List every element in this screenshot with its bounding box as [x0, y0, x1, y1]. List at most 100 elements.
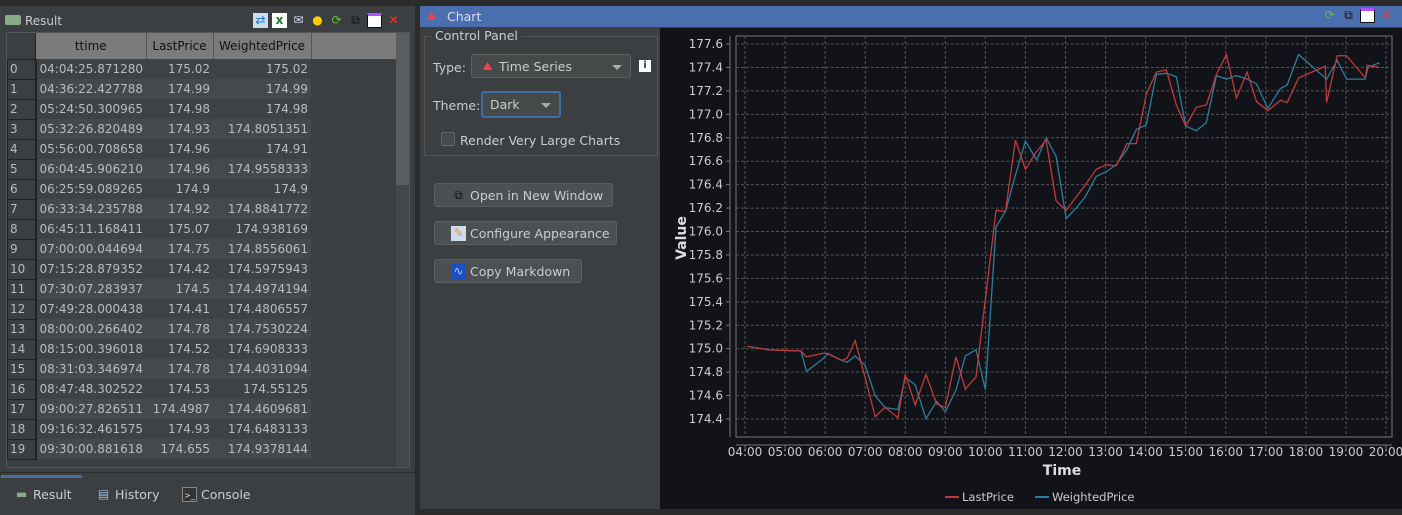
export-icon[interactable]: ⇄ — [253, 13, 268, 28]
row-number[interactable]: 14 — [7, 338, 37, 360]
open-new-window-button[interactable]: ⧉ Open in New Window — [434, 183, 613, 207]
row-number[interactable]: 11 — [7, 278, 37, 300]
theme-value: Dark — [490, 97, 520, 112]
cell-empty — [311, 59, 401, 79]
y-tick-label: 177.0 — [689, 107, 723, 121]
cell-empty — [311, 159, 401, 179]
table-row[interactable]: 17 09:00:27.826511 174.4987 174.4609681 — [7, 398, 402, 420]
row-number[interactable]: 5 — [7, 158, 37, 180]
chevron-down-icon — [612, 65, 622, 70]
column-header-ttime[interactable]: ttime — [35, 33, 147, 59]
table-row[interactable]: 12 07:49:28.000438 174.41 174.4806557 — [7, 298, 402, 320]
y-tick-label: 176.4 — [689, 178, 723, 192]
table-row[interactable]: 10 07:15:28.879352 174.42 174.5975943 — [7, 258, 402, 280]
row-number[interactable]: 8 — [7, 218, 37, 240]
table-row[interactable]: 13 08:00:00.266402 174.78 174.7530224 — [7, 318, 402, 340]
cell-weightedprice: 174.938169 — [213, 219, 312, 239]
vertical-scrollbar[interactable] — [396, 33, 409, 467]
info-icon[interactable]: i — [639, 60, 651, 72]
table-row[interactable]: 19 09:30:00.881618 174.655 174.9378144 — [7, 438, 402, 460]
cell-empty — [311, 179, 401, 199]
table-row[interactable]: 0 04:04:25.871280 175.02 175.02 — [7, 58, 402, 80]
cell-empty — [311, 359, 401, 379]
x-tick-label: 06:00 — [808, 445, 843, 459]
type-select[interactable]: ⛰ Time Series — [471, 54, 631, 78]
copy-markdown-button[interactable]: ∿ Copy Markdown — [434, 259, 582, 283]
table-row[interactable]: 9 07:00:00.044694 174.75 174.8556061 — [7, 238, 402, 260]
close-icon[interactable]: ✕ — [386, 13, 401, 28]
theme-select[interactable]: Dark — [481, 91, 561, 118]
result-title-bar: Result ⇄ x ✉ ● ⟳ ⧉ ✕ — [0, 10, 415, 32]
cell-ttime: 05:32:26.820489 — [35, 119, 147, 139]
row-number[interactable]: 17 — [7, 398, 37, 420]
popout-icon[interactable]: ⧉ — [348, 13, 363, 28]
x-tick-label: 16:00 — [1208, 445, 1243, 459]
result-title: Result — [25, 14, 63, 28]
popout-icon[interactable]: ⧉ — [1341, 8, 1356, 23]
row-number[interactable]: 16 — [7, 378, 37, 400]
row-number[interactable]: 15 — [7, 358, 37, 380]
cell-empty — [311, 239, 401, 259]
configure-appearance-button[interactable]: ✎ Configure Appearance — [434, 221, 617, 245]
x-tick-label: 07:00 — [848, 445, 883, 459]
row-number[interactable]: 2 — [7, 98, 37, 120]
cell-ttime: 06:33:34.235788 — [35, 199, 147, 219]
column-header-weightedprice[interactable]: WeightedPrice — [213, 33, 312, 59]
y-tick-label: 177.2 — [689, 84, 723, 98]
close-icon[interactable]: ✕ — [1379, 8, 1394, 23]
history-icon: ▤ — [97, 487, 110, 501]
email-icon[interactable]: ✉ — [291, 13, 306, 28]
cell-lastprice: 174.75 — [146, 239, 214, 259]
maximize-icon[interactable] — [367, 13, 382, 28]
row-number[interactable]: 19 — [7, 438, 37, 460]
render-large-checkbox[interactable] — [441, 132, 455, 146]
table-row[interactable]: 3 05:32:26.820489 174.93 174.8051351 — [7, 118, 402, 140]
table-row[interactable]: 11 07:30:07.283937 174.5 174.4974194 — [7, 278, 402, 300]
duck-icon[interactable]: ● — [310, 13, 325, 28]
row-number[interactable]: 6 — [7, 178, 37, 200]
cell-ttime: 09:30:00.881618 — [35, 439, 147, 459]
tab-history[interactable]: ▤ History — [96, 487, 160, 502]
tab-result[interactable]: ▬ Result — [14, 487, 72, 502]
scrollbar-thumb[interactable] — [396, 33, 409, 185]
cell-weightedprice: 174.4974194 — [213, 279, 312, 299]
table-row[interactable]: 16 08:47:48.302522 174.53 174.55125 — [7, 378, 402, 400]
result-panel: Result ⇄ x ✉ ● ⟳ ⧉ ✕ ttime LastPrice Wei… — [0, 0, 415, 515]
table-row[interactable]: 4 05:56:00.708658 174.96 174.91 — [7, 138, 402, 160]
row-number[interactable]: 3 — [7, 118, 37, 140]
table-header: ttime LastPrice WeightedPrice — [7, 33, 402, 59]
maximize-icon[interactable] — [1360, 8, 1375, 23]
y-tick-label: 175.2 — [689, 318, 723, 332]
column-header-lastprice[interactable]: LastPrice — [146, 33, 214, 59]
refresh-icon[interactable]: ⟳ — [329, 13, 344, 28]
chart-title-bar: ⛰ Chart ⟳ ⧉ ✕ — [420, 6, 1402, 27]
table-row[interactable]: 18 09:16:32.461575 174.93 174.6483133 — [7, 418, 402, 440]
table-row[interactable]: 14 08:15:00.396018 174.52 174.6908333 — [7, 338, 402, 360]
cell-weightedprice: 174.4806557 — [213, 299, 312, 319]
cell-lastprice: 174.93 — [146, 419, 214, 439]
row-number[interactable]: 7 — [7, 198, 37, 220]
excel-icon[interactable]: x — [272, 13, 287, 28]
row-number[interactable]: 13 — [7, 318, 37, 340]
table-row[interactable]: 6 06:25:59.089265 174.9 174.9 — [7, 178, 402, 200]
row-number[interactable]: 1 — [7, 78, 37, 100]
table-row[interactable]: 7 06:33:34.235788 174.92 174.8841772 — [7, 198, 402, 220]
row-number[interactable]: 18 — [7, 418, 37, 440]
table-row[interactable]: 5 06:04:45.906210 174.96 174.9558333 — [7, 158, 402, 180]
tab-console[interactable]: >_ Console — [182, 487, 251, 502]
cell-ttime: 07:00:00.044694 — [35, 239, 147, 259]
table-row[interactable]: 15 08:31:03.346974 174.78 174.4031094 — [7, 358, 402, 380]
cell-lastprice: 174.98 — [146, 99, 214, 119]
row-number[interactable]: 10 — [7, 258, 37, 280]
table-row[interactable]: 1 04:36:22.427788 174.99 174.99 — [7, 78, 402, 100]
row-number[interactable]: 4 — [7, 138, 37, 160]
cell-lastprice: 174.4987 — [146, 399, 214, 419]
row-number[interactable]: 12 — [7, 298, 37, 320]
row-number[interactable]: 9 — [7, 238, 37, 260]
refresh-icon[interactable]: ⟳ — [1322, 8, 1337, 23]
y-tick-label: 174.4 — [689, 412, 723, 426]
table-row[interactable]: 8 06:45:11.168411 175.07 174.938169 — [7, 218, 402, 240]
table-row[interactable]: 2 05:24:50.300965 174.98 174.98 — [7, 98, 402, 120]
row-number[interactable]: 0 — [7, 58, 37, 80]
cell-ttime: 07:30:07.283937 — [35, 279, 147, 299]
